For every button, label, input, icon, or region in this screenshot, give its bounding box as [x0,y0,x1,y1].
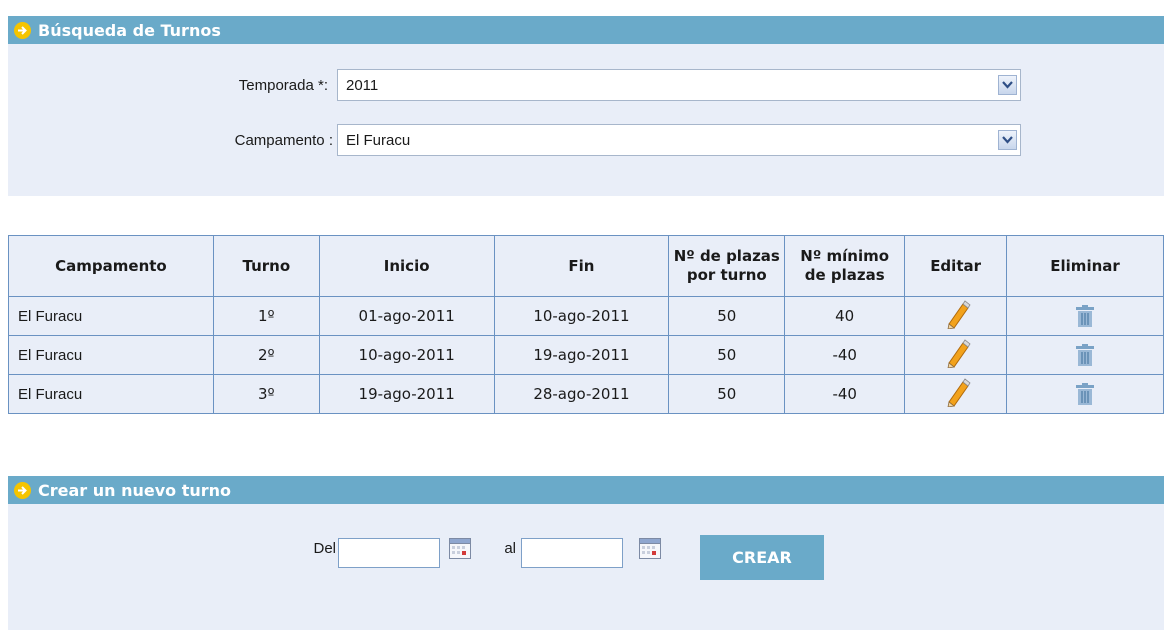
cell-eliminar [1006,374,1164,414]
cell-turno: 2º [212,335,320,375]
search-section-header: Búsqueda de Turnos [8,16,1164,44]
pencil-icon[interactable] [941,299,971,330]
cell-plazas: 50 [668,296,786,336]
arrow-right-icon [14,481,31,499]
cell-plazas: 50 [668,374,786,414]
cell-minimo: -40 [784,335,906,375]
arrow-right-icon [14,21,31,39]
header-inicio: Inicio [318,235,495,297]
header-plazas: Nº de plazas por turno [668,235,786,297]
del-label: Del [313,540,336,557]
cell-editar [904,296,1008,336]
cell-editar [904,335,1008,375]
turnos-table: Campamento Turno Inicio Fin Nº de plazas… [8,235,1164,414]
cell-campamento: El Furacu [8,335,214,375]
temporada-label: Temporada *: [238,77,328,94]
pencil-icon[interactable] [941,377,971,408]
cell-inicio: 01-ago-2011 [318,296,495,336]
chevron-down-icon[interactable] [998,130,1017,150]
header-editar: Editar [904,235,1008,297]
cell-turno: 3º [212,374,320,414]
campamento-select[interactable]: El Furacu [337,124,1021,156]
trash-icon[interactable] [1073,304,1097,328]
cell-editar [904,374,1008,414]
cell-inicio: 19-ago-2011 [318,374,495,414]
header-turno: Turno [212,235,320,297]
create-section-header: Crear un nuevo turno [8,476,1164,504]
trash-icon[interactable] [1073,382,1097,406]
search-panel: Temporada *: 2011 Campamento : El Furacu [8,44,1164,196]
temporada-value: 2011 [346,76,379,94]
cell-fin: 10-ago-2011 [493,296,670,336]
cell-campamento: El Furacu [8,296,214,336]
table-row: El Furacu 3º 19-ago-2011 28-ago-2011 50 … [8,374,1164,414]
create-section-title: Crear un nuevo turno [38,480,232,500]
calendar-icon[interactable] [449,538,471,559]
header-minimo: Nº mínimo de plazas [784,235,906,297]
pencil-icon[interactable] [941,338,971,369]
cell-plazas: 50 [668,335,786,375]
table-row: El Furacu 1º 01-ago-2011 10-ago-2011 50 … [8,296,1164,336]
campamento-label: Campamento : [234,132,333,149]
crear-button[interactable]: CREAR [700,535,824,580]
cell-minimo: 40 [784,296,906,336]
cell-fin: 19-ago-2011 [493,335,670,375]
header-fin: Fin [493,235,670,297]
del-date-input[interactable] [338,538,440,568]
calendar-icon[interactable] [639,538,661,559]
cell-campamento: El Furacu [8,374,214,414]
table-row: El Furacu 2º 10-ago-2011 19-ago-2011 50 … [8,335,1164,375]
header-eliminar: Eliminar [1006,235,1164,297]
table-header-row: Campamento Turno Inicio Fin Nº de plazas… [8,235,1164,297]
cell-turno: 1º [212,296,320,336]
search-section-title: Búsqueda de Turnos [38,20,221,40]
cell-fin: 28-ago-2011 [493,374,670,414]
al-date-input[interactable] [521,538,623,568]
trash-icon[interactable] [1073,343,1097,367]
cell-eliminar [1006,335,1164,375]
cell-eliminar [1006,296,1164,336]
cell-minimo: -40 [784,374,906,414]
create-panel: Del al [8,504,1164,630]
chevron-down-icon[interactable] [998,75,1017,95]
al-label: al [504,540,516,557]
header-campamento: Campamento [8,235,214,297]
campamento-value: El Furacu [346,131,411,149]
cell-inicio: 10-ago-2011 [318,335,495,375]
temporada-select[interactable]: 2011 [337,69,1021,101]
